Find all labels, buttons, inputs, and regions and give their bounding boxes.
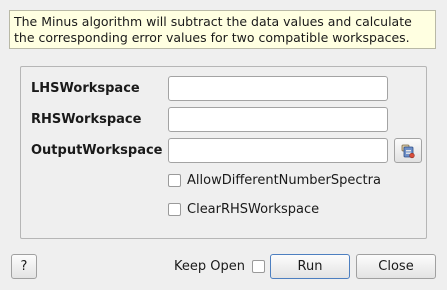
help-button[interactable]: ? [11, 254, 37, 279]
workspace-browse-icon [400, 143, 416, 159]
lhs-workspace-input[interactable] [168, 76, 388, 101]
allow-different-number-spectra-option[interactable]: AllowDifferentNumberSpectra [168, 173, 381, 188]
algorithm-description: The Minus algorithm will subtract the da… [9, 10, 436, 49]
output-workspace-input[interactable] [168, 138, 388, 163]
close-button[interactable]: Close [356, 254, 436, 279]
allow-different-number-spectra-label: AllowDifferentNumberSpectra [187, 173, 381, 188]
lhs-workspace-label: LHSWorkspace [31, 81, 140, 96]
description-line-2: the corresponding error values for two c… [14, 30, 410, 45]
keep-open-label: Keep Open [174, 259, 245, 274]
minus-algorithm-dialog: The Minus algorithm will subtract the da… [0, 0, 447, 290]
workspace-browse-button[interactable] [394, 138, 422, 163]
output-workspace-label: OutputWorkspace [31, 143, 163, 158]
allow-different-number-spectra-checkbox[interactable] [168, 174, 181, 187]
keep-open-option[interactable]: Keep Open [174, 258, 265, 275]
clear-rhs-workspace-label: ClearRHSWorkspace [187, 202, 320, 217]
run-button[interactable]: Run [270, 254, 350, 279]
rhs-workspace-input[interactable] [168, 107, 388, 132]
clear-rhs-workspace-option[interactable]: ClearRHSWorkspace [168, 202, 319, 217]
clear-rhs-workspace-checkbox[interactable] [168, 203, 181, 216]
keep-open-checkbox[interactable] [251, 260, 265, 273]
rhs-workspace-label: RHSWorkspace [31, 112, 142, 127]
description-line-1: The Minus algorithm will subtract the da… [14, 14, 412, 29]
